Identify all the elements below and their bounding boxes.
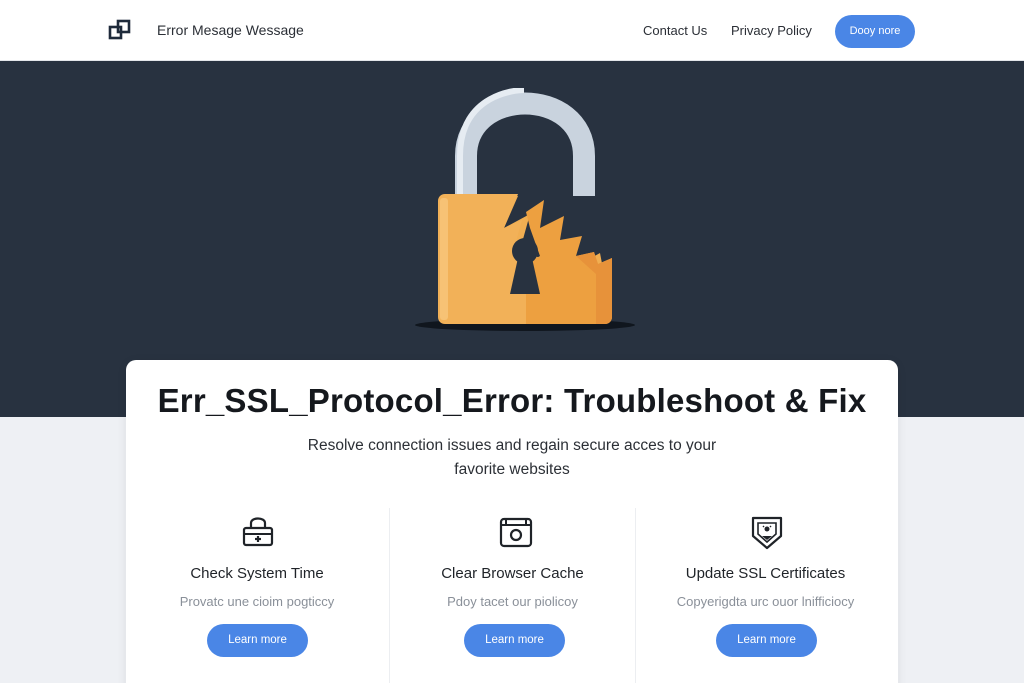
shield-certificate-icon [751, 516, 783, 550]
column-heading: Clear Browser Cache [441, 565, 584, 582]
header-cta-button[interactable]: Dooy nore [835, 15, 915, 48]
page-subtitle: Resolve connection issues and regain sec… [307, 437, 717, 478]
overlapping-squares-icon[interactable] [108, 19, 132, 41]
site-header: Error Mesage Wessage Contact Us Privacy … [0, 0, 1024, 61]
fix-column-browser-cache: Clear Browser Cache Pdoy tacet our pioli… [389, 508, 635, 683]
nav-privacy-policy[interactable]: Privacy Policy [731, 23, 812, 38]
broken-padlock-icon [415, 88, 635, 331]
troubleshoot-card: Err_SSL_Protocol_Error: Troubleshoot & F… [126, 360, 898, 683]
column-description: Copyerigdta urc ouor lnifficiocy [676, 594, 855, 609]
camera-box-icon [499, 517, 533, 548]
fix-column-ssl-certificates: Update SSL Certificates Copyerigdta urc … [635, 508, 895, 683]
nav-contact-us[interactable]: Contact Us [643, 23, 707, 38]
learn-more-button[interactable]: Learn more [464, 624, 565, 657]
column-heading: Check System Time [190, 565, 324, 582]
fix-column-system-time: Check System Time Provatc une cioim pogt… [134, 508, 380, 683]
learn-more-button[interactable]: Learn more [207, 624, 308, 657]
column-description: Pdoy tacet our piolicoy [447, 594, 578, 609]
lock-toolbox-icon [242, 517, 274, 547]
site-title[interactable]: Error Mesage Wessage [157, 22, 304, 38]
learn-more-button[interactable]: Learn more [716, 624, 817, 657]
column-description: Provatc une cioim pogticcy [179, 594, 335, 609]
column-heading: Update SSL Certificates [685, 565, 846, 582]
page-title: Err_SSL_Protocol_Error: Troubleshoot & F… [157, 382, 867, 419]
